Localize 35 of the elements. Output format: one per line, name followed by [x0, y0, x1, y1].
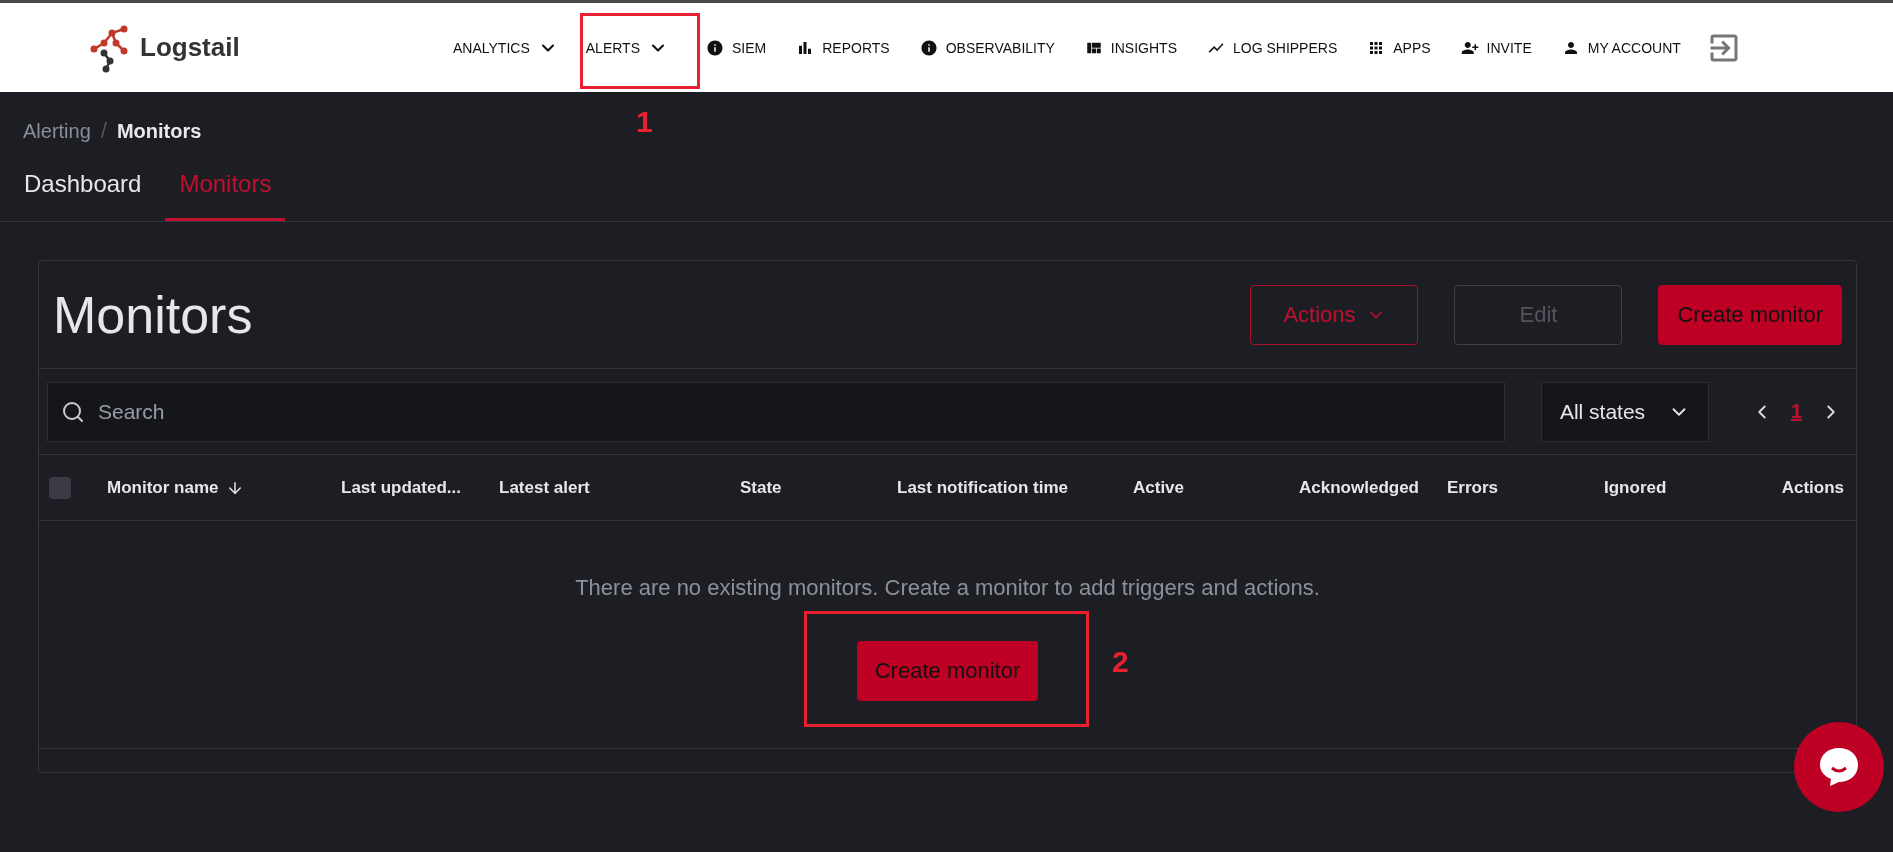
nav-link[interactable]: SIEM [695, 27, 778, 68]
column-header[interactable]: Active [1133, 477, 1261, 498]
nav-link[interactable]: REPORTS [785, 27, 901, 68]
info-icon [919, 38, 938, 57]
search-icon [61, 399, 85, 424]
nav-link[interactable]: MY ACCOUNT [1550, 27, 1692, 68]
column-header[interactable]: Last notification time [897, 477, 1133, 498]
nav-link[interactable]: INVITE [1449, 27, 1543, 68]
nav-link[interactable]: ANALYTICS [442, 27, 569, 68]
breadcrumb-separator: / [100, 118, 107, 144]
breadcrumb[interactable]: Alerting [23, 119, 91, 143]
column-header[interactable]: Monitor name [107, 477, 341, 498]
nav-link[interactable]: APPS [1356, 27, 1442, 68]
column-header[interactable]: Ignored [1604, 477, 1711, 498]
column-header[interactable]: Errors [1419, 477, 1604, 498]
empty-message: There are no existing monitors. Create a monitor to add triggers and actions. [575, 575, 1320, 601]
column-header[interactable]: Actions [1711, 477, 1844, 498]
annotation-number: 2 [1112, 645, 1129, 679]
nav-link[interactable]: ALERTS [574, 27, 679, 68]
column-header[interactable]: Last updated... [341, 477, 499, 498]
tab[interactable]: Dashboard [10, 158, 156, 221]
select-all-checkbox[interactable] [49, 476, 71, 499]
column-header[interactable]: Latest alert [499, 477, 740, 498]
info-icon [706, 38, 724, 57]
nav-link[interactable]: LOG SHIPPERS [1196, 27, 1349, 68]
breadcrumb: Monitors [116, 119, 202, 143]
column-header[interactable]: Acknowledged [1261, 477, 1419, 498]
panel-title: Monitors [53, 284, 254, 345]
logo-text: Logstail [140, 32, 240, 63]
annotation-number: 1 [636, 105, 653, 139]
state-dropdown[interactable]: All states [1540, 381, 1709, 442]
nav-link[interactable]: OBSERVABILITY [908, 27, 1066, 68]
nav-link[interactable]: INSIGHTS [1073, 27, 1188, 68]
column-header[interactable]: State [740, 477, 897, 498]
search-field[interactable]: Search [47, 381, 1505, 442]
